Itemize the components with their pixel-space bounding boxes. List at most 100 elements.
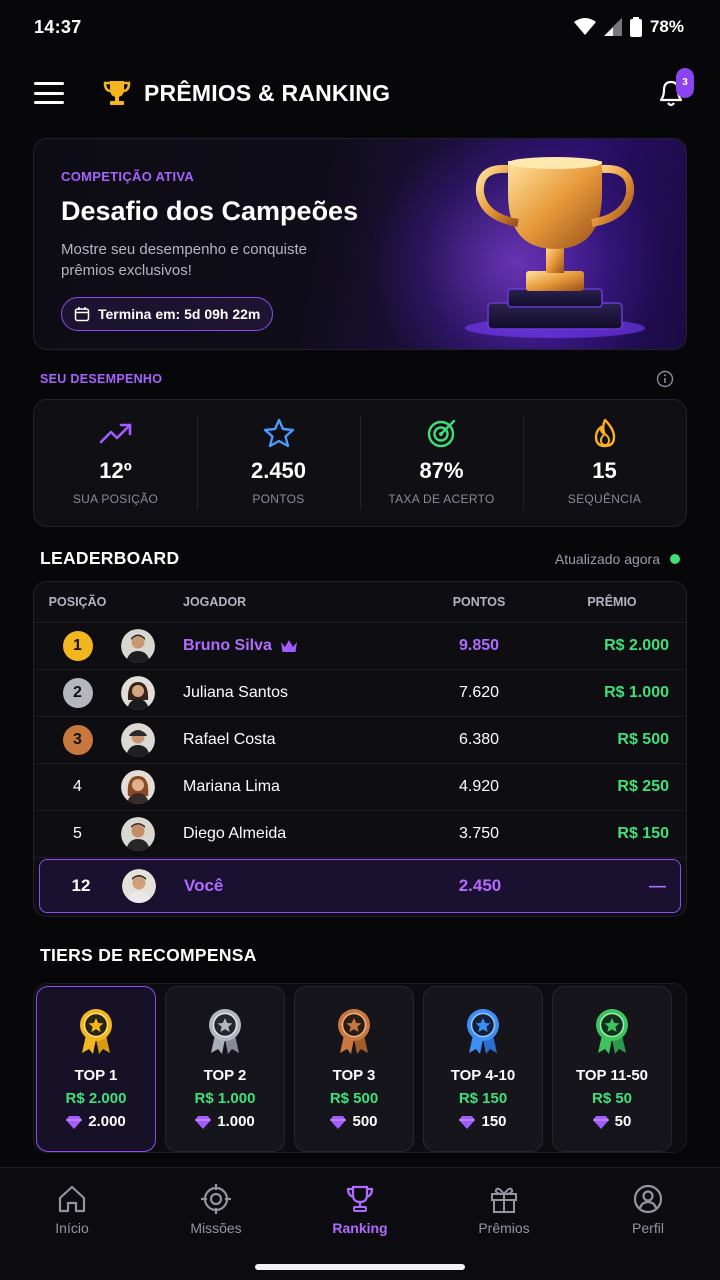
- stat-value: 12º: [99, 458, 132, 483]
- gold-medal-badge: 1: [62, 631, 93, 661]
- tier-card[interactable]: TOP 11-50 R$ 50 50: [552, 986, 672, 1152]
- crosshair-icon: [201, 1184, 231, 1214]
- countdown-text: Termina em: 5d 09h 22m: [98, 306, 261, 322]
- leaderboard-columns: POSIÇÃO JOGADOR PONTOS PRÊMIO: [34, 582, 686, 623]
- player-name: Diego Almeida: [183, 825, 287, 842]
- player-points: 6.380: [458, 731, 500, 748]
- nav-label: Perfil: [632, 1220, 664, 1236]
- tier-prize: R$ 2.000: [65, 1090, 127, 1107]
- nav-label: Prêmios: [478, 1220, 530, 1236]
- gem-icon: [66, 1115, 83, 1129]
- banner-label: COMPETIÇÃO ATIVA: [61, 169, 195, 184]
- leaderboard-table: POSIÇÃO JOGADOR PONTOS PRÊMIO 1 Bruno Si…: [33, 581, 687, 917]
- update-text: Atualizado agora: [554, 550, 660, 567]
- update-status: Atualizado agora: [555, 551, 680, 567]
- tier-gem-amount: 50: [614, 1113, 632, 1130]
- banner-description: Mostre seu desempenho e conquiste prêmio…: [61, 241, 307, 279]
- performance-header: SEU DESEMPENHO: [40, 370, 680, 388]
- user-points: 2.450: [458, 876, 502, 895]
- performance-title: SEU DESEMPENHO: [40, 372, 163, 386]
- nav-home[interactable]: Início: [0, 1168, 144, 1280]
- leaderboard-title: LEADERBOARD: [40, 548, 180, 568]
- stat-value: 87%: [419, 458, 464, 483]
- stat-position: 12º SUA POSIÇÃO: [34, 400, 197, 526]
- stat-value: 15: [592, 458, 617, 483]
- player-prize: R$ 500: [617, 731, 669, 748]
- stat-points: 2.450 PONTOS: [197, 400, 360, 526]
- reward-tiers: TOP 1 R$ 2.000 2.000 TOP 2 R$ 1.000 1.00…: [33, 983, 687, 1153]
- silver-medal-icon: [209, 1009, 241, 1054]
- flame-icon: [594, 418, 615, 448]
- tier-gem-amount: 1.000: [217, 1113, 255, 1130]
- col-player: JOGADOR: [183, 595, 247, 609]
- avatar: [121, 817, 155, 851]
- trophy-icon: [103, 81, 131, 105]
- performance-stats: 12º SUA POSIÇÃO 2.450 PONTOS 87% TAXA DE…: [33, 399, 687, 527]
- home-indicator[interactable]: [255, 1264, 465, 1270]
- player-prize: R$ 1.000: [604, 684, 669, 701]
- notifications-button[interactable]: 3: [656, 68, 694, 110]
- nav-profile[interactable]: Perfil: [576, 1168, 720, 1280]
- player-name-cell: Bruno Silva: [183, 637, 419, 655]
- competition-banner[interactable]: COMPETIÇÃO ATIVA Desafio dos Campeões Mo…: [33, 138, 687, 350]
- table-row[interactable]: 1 Bruno Silva 9.850 R$ 2.000: [34, 623, 686, 670]
- tier-prize: R$ 50: [591, 1090, 633, 1107]
- tiers-header: TIERS DE RECOMPENSA: [40, 945, 680, 966]
- app-header: PRÊMIOS & RANKING 3: [0, 64, 720, 122]
- tier-prize: R$ 500: [329, 1090, 379, 1107]
- gem-icon: [592, 1115, 609, 1129]
- player-points: 4.920: [458, 778, 500, 795]
- tier-card[interactable]: TOP 2 R$ 1.000 1.000: [165, 986, 285, 1152]
- leaderboard-header: LEADERBOARD Atualizado agora: [40, 548, 680, 569]
- banner-title: Desafio dos Campeões: [61, 196, 359, 226]
- avatar: [121, 629, 155, 663]
- page-title: PRÊMIOS & RANKING: [144, 79, 391, 106]
- status-time: 14:37: [34, 16, 82, 37]
- battery-icon: [629, 17, 642, 37]
- bronze-medal-badge: 3: [62, 725, 93, 755]
- tier-gem-amount: 500: [352, 1113, 378, 1130]
- player-prize: R$ 250: [617, 778, 669, 795]
- tier-card[interactable]: TOP 1 R$ 2.000 2.000: [36, 986, 156, 1152]
- col-prize: PRÊMIO: [587, 595, 637, 609]
- signal-icon: [603, 18, 622, 36]
- green-medal-icon: [596, 1009, 628, 1054]
- tier-label: TOP 3: [332, 1067, 376, 1084]
- live-dot-icon: [670, 553, 680, 564]
- status-indicators: 78%: [573, 17, 684, 37]
- avatar: [122, 869, 156, 903]
- tier-label: TOP 11-50: [576, 1067, 648, 1084]
- table-row[interactable]: 2 Juliana Santos 7.620 R$ 1.000: [34, 670, 686, 717]
- tier-card[interactable]: TOP 3 R$ 500 500: [294, 986, 414, 1152]
- tier-gems: 500: [330, 1113, 378, 1130]
- bronze-medal-icon: [338, 1009, 370, 1054]
- player-name: Juliana Santos: [183, 684, 288, 701]
- stat-label: SEQUÊNCIA: [567, 492, 642, 506]
- info-icon[interactable]: [656, 370, 674, 388]
- tier-prize: R$ 150: [458, 1090, 508, 1107]
- calendar-icon: [74, 307, 90, 322]
- notification-badge: 3: [676, 68, 694, 98]
- home-icon: [58, 1185, 86, 1213]
- current-user-row[interactable]: 12 Você 2.450 —: [39, 859, 681, 913]
- tier-gems: 1.000: [195, 1113, 255, 1130]
- tier-prize: R$ 1.000: [194, 1090, 256, 1107]
- target-icon: [427, 419, 455, 448]
- gem-icon: [459, 1115, 476, 1129]
- tier-card[interactable]: TOP 4-10 R$ 150 150: [423, 986, 543, 1152]
- player-prize: R$ 150: [617, 825, 669, 842]
- player-name: Mariana Lima: [183, 778, 280, 795]
- tier-label: TOP 2: [203, 1067, 247, 1084]
- table-row[interactable]: 3 Rafael Costa 6.380 R$ 500: [34, 717, 686, 764]
- position-number: 5: [73, 825, 82, 842]
- menu-button[interactable]: [34, 82, 64, 104]
- tiers-title: TIERS DE RECOMPENSA: [40, 945, 257, 965]
- countdown-pill[interactable]: Termina em: 5d 09h 22m: [61, 297, 274, 331]
- gem-icon: [330, 1115, 347, 1129]
- table-row[interactable]: 5 Diego Almeida 3.750 R$ 150: [34, 811, 686, 858]
- user-prize: —: [649, 876, 666, 895]
- table-row[interactable]: 4 Mariana Lima 4.920 R$ 250: [34, 764, 686, 811]
- trophy-icon: [346, 1185, 374, 1212]
- nav-label: Missões: [190, 1220, 242, 1236]
- avatar: [121, 723, 155, 757]
